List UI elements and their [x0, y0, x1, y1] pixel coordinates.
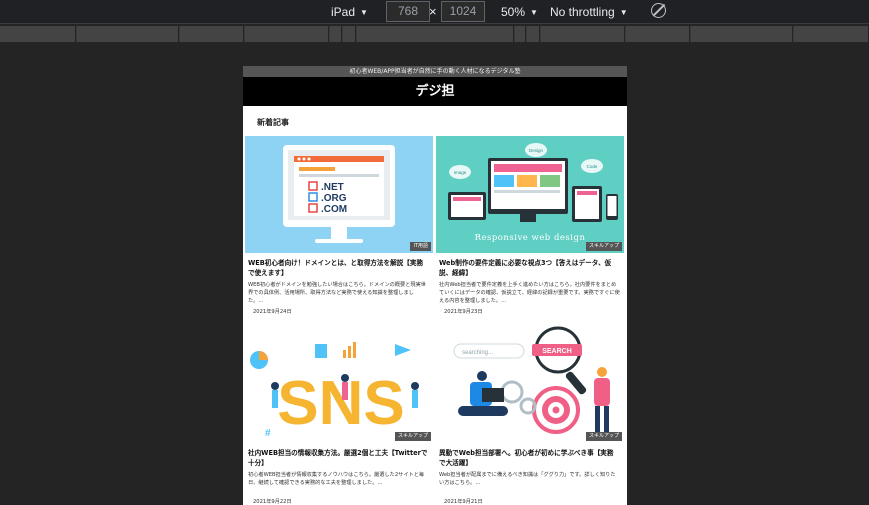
device-toolbar: iPad ▼ 768 × 1024 50% ▼ No throttling ▼ [0, 0, 869, 24]
rotate-icon[interactable] [651, 3, 666, 18]
chevron-down-icon: ▼ [360, 8, 368, 17]
article-card[interactable]: searching... SEARCH スキルアップ 異動でWeb担当部署へ。初… [436, 326, 624, 505]
media-query-segment[interactable] [626, 26, 690, 42]
article-card[interactable]: Image Design Code Responsive web design … [436, 136, 624, 326]
width-input[interactable]: 768 [386, 1, 430, 22]
media-query-segment[interactable] [515, 26, 526, 42]
article-card[interactable]: SNS # スキルアップ 社内WEB担当の情報収集方法。厳選2個と工夫【Twit… [245, 326, 433, 505]
article-excerpt: Web担当者が配属までに備えるべき知識は「ググり力」です。詳しく知りたい方はこち… [439, 472, 616, 486]
media-query-segment[interactable] [527, 26, 540, 42]
domain-net-label: .NET [321, 182, 344, 193]
responsive-caption: Responsive web design [475, 233, 586, 243]
article-date: 2021年9月23日 [444, 309, 483, 315]
media-query-segment[interactable] [794, 26, 869, 42]
article-card[interactable]: .NET .ORG .COM IT用語 WEB初心者向け！ドメインとは、と取得方… [245, 136, 433, 326]
search-label: SEARCH [542, 348, 572, 355]
sns-illustration: SNS # [245, 326, 433, 443]
article-excerpt: WEB初心者がドメインを勉強したい場合はこちら。ドメインの概要と現実世界での具体… [248, 282, 426, 304]
device-label: iPad [331, 5, 356, 19]
chevron-down-icon: ▼ [619, 8, 628, 17]
domain-com-label: .COM [321, 204, 347, 215]
throttling-select[interactable]: No throttling ▼ [550, 4, 628, 20]
article-thumbnail[interactable]: Image Design Code Responsive web design … [436, 136, 624, 253]
article-excerpt: 社内Web担当者で要件定義を上手く進めたい方はこちら。社内要件をまとめていくには… [439, 282, 620, 304]
article-title[interactable]: WEB初心者向け！ドメインとは、と取得方法を解説【実務で使えます】 [245, 253, 433, 280]
site-tagline: 初心者WEB/APP担当者が自然に手の動く人材になるデジタル塾 [243, 66, 627, 77]
media-query-segment[interactable] [180, 26, 244, 42]
article-title[interactable]: Web制作の要件定義に必要な視点3つ【答えはデータ、仮説、経緯】 [436, 253, 624, 280]
media-query-segment[interactable] [343, 26, 356, 42]
device-viewport: 初心者WEB/APP担当者が自然に手の動く人材になるデジタル塾 デジ担 新着記事 [243, 66, 627, 505]
bubble-code-label: Code [587, 164, 598, 169]
chevron-down-icon: ▼ [530, 8, 538, 17]
device-select[interactable]: iPad ▼ [331, 4, 368, 20]
media-query-segment[interactable] [245, 26, 329, 42]
search-illustration: searching... SEARCH [436, 326, 624, 443]
article-date: 2021年9月21日 [444, 499, 483, 505]
times-sign: × [429, 4, 437, 19]
site-logo[interactable]: デジ担 [243, 77, 627, 106]
searching-text: searching... [462, 350, 493, 356]
article-date: 2021年9月24日 [253, 309, 292, 315]
zoom-select[interactable]: 50% ▼ [501, 4, 538, 20]
media-query-segment[interactable] [541, 26, 625, 42]
article-thumbnail[interactable]: SNS # スキルアップ [245, 326, 433, 443]
zoom-label: 50% [501, 5, 526, 19]
responsive-design-illustration: Image Design Code Responsive web design [436, 136, 624, 253]
category-badge[interactable]: スキルアップ [585, 432, 622, 441]
article-title[interactable]: 異動でWeb担当部署へ。初心者が初めに学ぶべき事【実務で大活躍】 [436, 443, 624, 470]
throttling-label: No throttling [550, 5, 615, 19]
height-input[interactable]: 1024 [441, 1, 485, 22]
category-badge[interactable]: IT用語 [410, 242, 431, 251]
media-query-bar [0, 26, 869, 42]
article-excerpt: 初心者WEB担当者が情報収集するノウハウはこちら。厳選した2サイトと毎日、継続し… [248, 472, 425, 486]
article-thumbnail[interactable]: searching... SEARCH スキルアップ [436, 326, 624, 443]
media-query-segment[interactable] [691, 26, 793, 42]
svg-text:#: # [265, 428, 271, 439]
bubble-image-label: Image [454, 170, 467, 175]
media-query-segment[interactable] [357, 26, 514, 42]
sns-text: SNS [277, 369, 404, 438]
section-title: 新着記事 [257, 118, 289, 127]
article-title[interactable]: 社内WEB担当の情報収集方法。厳選2個と工夫【Twitterで十分】 [245, 443, 433, 470]
article-thumbnail[interactable]: .NET .ORG .COM IT用語 [245, 136, 433, 253]
category-badge[interactable]: スキルアップ [394, 432, 431, 441]
article-date: 2021年9月22日 [253, 499, 292, 505]
media-query-segment[interactable] [330, 26, 342, 42]
media-query-segment[interactable] [77, 26, 179, 42]
media-query-segment[interactable] [0, 26, 76, 42]
domain-illustration: .NET .ORG .COM [245, 136, 433, 253]
domain-org-label: .ORG [321, 193, 347, 204]
category-badge[interactable]: スキルアップ [585, 242, 622, 251]
bubble-design-label: Design [529, 148, 544, 153]
